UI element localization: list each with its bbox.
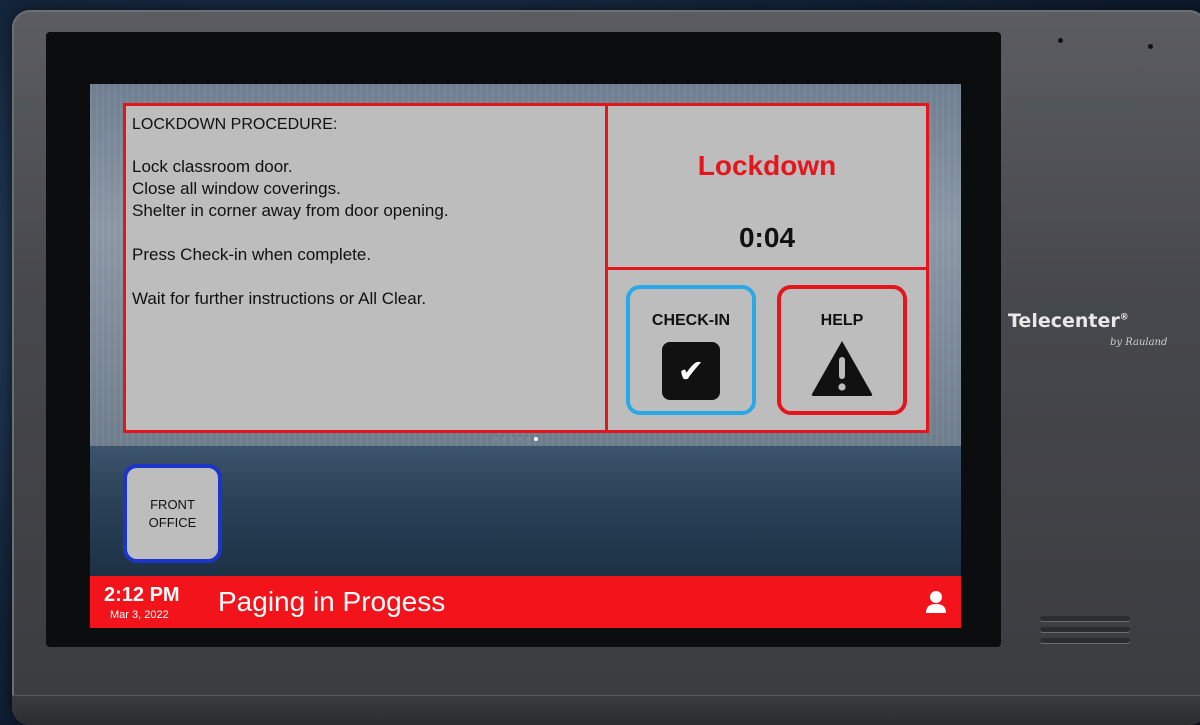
user-icon[interactable] <box>925 590 947 614</box>
sensor-dot <box>1148 44 1153 49</box>
procedure-step: Close all window coverings. <box>132 179 341 198</box>
procedure-wait-instruction: Wait for further instructions or All Cle… <box>132 289 427 308</box>
paging-status-message: Paging in Progess <box>218 586 446 617</box>
check-in-label: CHECK-IN <box>651 312 731 329</box>
page-dot[interactable] <box>518 437 522 441</box>
device-base <box>12 695 1200 725</box>
page-dot[interactable] <box>510 437 514 441</box>
procedure-checkin-instruction: Press Check-in when complete. <box>132 245 372 264</box>
page-indicator[interactable] <box>494 437 538 441</box>
page-dot-active[interactable] <box>534 437 538 441</box>
warning-icon <box>809 338 875 398</box>
front-office-button[interactable]: FRONT OFFICE <box>123 464 222 563</box>
alert-title: Lockdown <box>697 150 837 181</box>
help-label: HELP <box>820 312 864 329</box>
clock-time: 2:12 PM <box>104 584 180 606</box>
actions-panel: CHECK-IN ✔ HELP <box>605 267 929 433</box>
brand-logo: Telecenter® <box>1008 310 1129 332</box>
procedure-step: Shelter in corner away from door opening… <box>132 201 449 220</box>
page-dot[interactable] <box>494 437 498 441</box>
checkbox-checked-icon: ✔ <box>662 342 720 400</box>
touch-screen: LOCKDOWN PROCEDURE: Lock classroom door.… <box>90 84 961 628</box>
clock-date: Mar 3, 2022 <box>110 609 169 621</box>
alert-status-panel: Lockdown 0:04 <box>605 103 929 270</box>
check-in-button[interactable]: CHECK-IN ✔ <box>626 285 756 415</box>
alert-timer: 0:04 <box>738 222 796 253</box>
brand-sub-logo: by Rauland <box>1110 337 1168 348</box>
front-office-label-line2: OFFICE <box>148 515 197 530</box>
camera-dot <box>1058 38 1063 43</box>
speaker-grille <box>1040 616 1130 649</box>
procedure-title: LOCKDOWN PROCEDURE: <box>132 116 338 133</box>
procedure-step: Lock classroom door. <box>132 157 293 176</box>
front-office-label-line1: FRONT <box>150 497 195 512</box>
page-dot[interactable] <box>526 437 530 441</box>
help-button[interactable]: HELP <box>777 285 907 415</box>
status-bar: 2:12 PM Mar 3, 2022 Paging in Progess <box>90 576 961 628</box>
procedure-panel: LOCKDOWN PROCEDURE: Lock classroom door.… <box>123 103 608 433</box>
page-dot[interactable] <box>502 437 506 441</box>
